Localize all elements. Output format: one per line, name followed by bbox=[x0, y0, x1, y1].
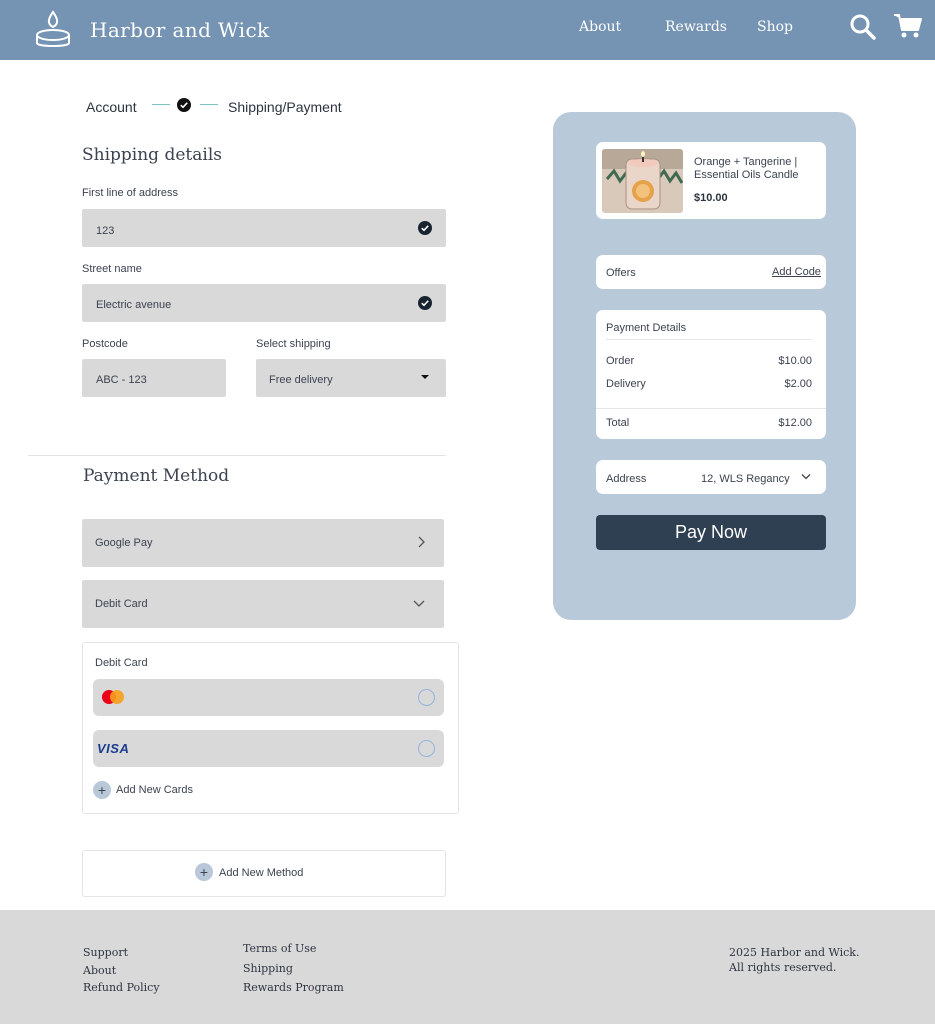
footer-copyright-line2: All rights reserved. bbox=[729, 961, 837, 974]
step-shipping-payment[interactable]: Shipping/Payment bbox=[228, 99, 342, 115]
search-icon[interactable] bbox=[849, 13, 877, 41]
shipping-select[interactable]: Free delivery bbox=[256, 359, 446, 397]
street-field[interactable]: Electric avenue bbox=[82, 284, 446, 322]
footer-support-link[interactable]: Support bbox=[83, 946, 128, 959]
order-value: $10.00 bbox=[778, 355, 812, 367]
address-field[interactable]: 123 bbox=[82, 209, 446, 247]
chevron-right-icon bbox=[418, 536, 425, 548]
debit-card-option[interactable]: Debit Card bbox=[82, 580, 444, 628]
footer-refund-link[interactable]: Refund Policy bbox=[83, 981, 160, 994]
add-code-link[interactable]: Add Code bbox=[772, 266, 821, 278]
shipping-select-value: Free delivery bbox=[269, 374, 333, 386]
visa-radio[interactable] bbox=[418, 740, 435, 757]
offers-label: Offers bbox=[606, 267, 636, 279]
footer-rewards-link[interactable]: Rewards Program bbox=[243, 981, 344, 994]
step-connector bbox=[152, 104, 170, 105]
street-value: Electric avenue bbox=[96, 299, 172, 311]
shipping-details-title: Shipping details bbox=[82, 145, 222, 165]
check-circle-icon bbox=[177, 98, 191, 112]
footer-about-link[interactable]: About bbox=[83, 964, 116, 977]
address-label: First line of address bbox=[82, 187, 178, 199]
delivery-label: Delivery bbox=[606, 378, 646, 390]
add-new-cards-link[interactable]: Add New Cards bbox=[116, 784, 193, 796]
address-summary-label: Address bbox=[606, 473, 647, 485]
google-pay-label: Google Pay bbox=[95, 537, 153, 549]
check-circle-icon bbox=[418, 296, 432, 310]
chevron-down-icon[interactable] bbox=[800, 472, 812, 482]
step-account[interactable]: Account bbox=[86, 99, 137, 115]
details-divider bbox=[606, 339, 812, 340]
total-label: Total bbox=[606, 417, 630, 429]
product-name: Orange + Tangerine | Essential Oils Cand… bbox=[694, 156, 799, 181]
address-value: 123 bbox=[96, 225, 115, 237]
brand-name[interactable]: Harbor and Wick bbox=[90, 18, 270, 42]
address-summary-value: 12, WLS Regancy bbox=[701, 473, 790, 485]
total-value: $12.00 bbox=[778, 417, 812, 429]
section-divider bbox=[28, 455, 446, 456]
debit-card-panel-title: Debit Card bbox=[95, 657, 148, 669]
visa-logo: VISA bbox=[97, 741, 130, 756]
order-label: Order bbox=[606, 355, 635, 367]
street-label: Street name bbox=[82, 263, 142, 275]
mastercard-icon bbox=[102, 690, 124, 704]
footer-terms-link[interactable]: Terms of Use bbox=[243, 942, 316, 955]
shipping-select-label: Select shipping bbox=[256, 338, 331, 350]
debit-card-label: Debit Card bbox=[95, 598, 148, 610]
delivery-value: $2.00 bbox=[784, 378, 812, 390]
postcode-value: ABC - 123 bbox=[96, 374, 147, 386]
footer-copyright-line1: 2025 Harbor and Wick. bbox=[729, 946, 860, 959]
nav-rewards[interactable]: Rewards bbox=[665, 19, 727, 35]
visa-option[interactable]: VISA bbox=[93, 730, 444, 767]
footer-shipping-link[interactable]: Shipping bbox=[243, 962, 293, 975]
mastercard-option[interactable] bbox=[93, 679, 444, 716]
google-pay-option[interactable]: Google Pay bbox=[82, 519, 444, 567]
payment-method-title: Payment Method bbox=[83, 466, 230, 486]
candle-icon[interactable] bbox=[33, 8, 73, 52]
mastercard-radio[interactable] bbox=[418, 689, 435, 706]
pay-now-button[interactable]: Pay Now bbox=[596, 515, 826, 550]
postcode-label: Postcode bbox=[82, 338, 128, 350]
nav-about[interactable]: About bbox=[579, 19, 621, 35]
caret-down-icon bbox=[421, 375, 429, 379]
check-circle-icon bbox=[418, 221, 432, 235]
step-connector bbox=[200, 104, 218, 105]
payment-details-title: Payment Details bbox=[606, 322, 687, 334]
postcode-field[interactable]: ABC - 123 bbox=[82, 359, 226, 397]
add-new-method-label[interactable]: Add New Method bbox=[219, 867, 303, 879]
product-price: $10.00 bbox=[694, 192, 728, 204]
nav-shop[interactable]: Shop bbox=[757, 19, 793, 35]
plus-icon[interactable]: + bbox=[195, 863, 213, 881]
plus-icon[interactable]: + bbox=[93, 781, 111, 799]
cart-icon[interactable] bbox=[893, 12, 923, 40]
chevron-down-icon bbox=[413, 600, 425, 607]
candle-product-image bbox=[602, 149, 683, 213]
total-divider bbox=[596, 408, 826, 409]
